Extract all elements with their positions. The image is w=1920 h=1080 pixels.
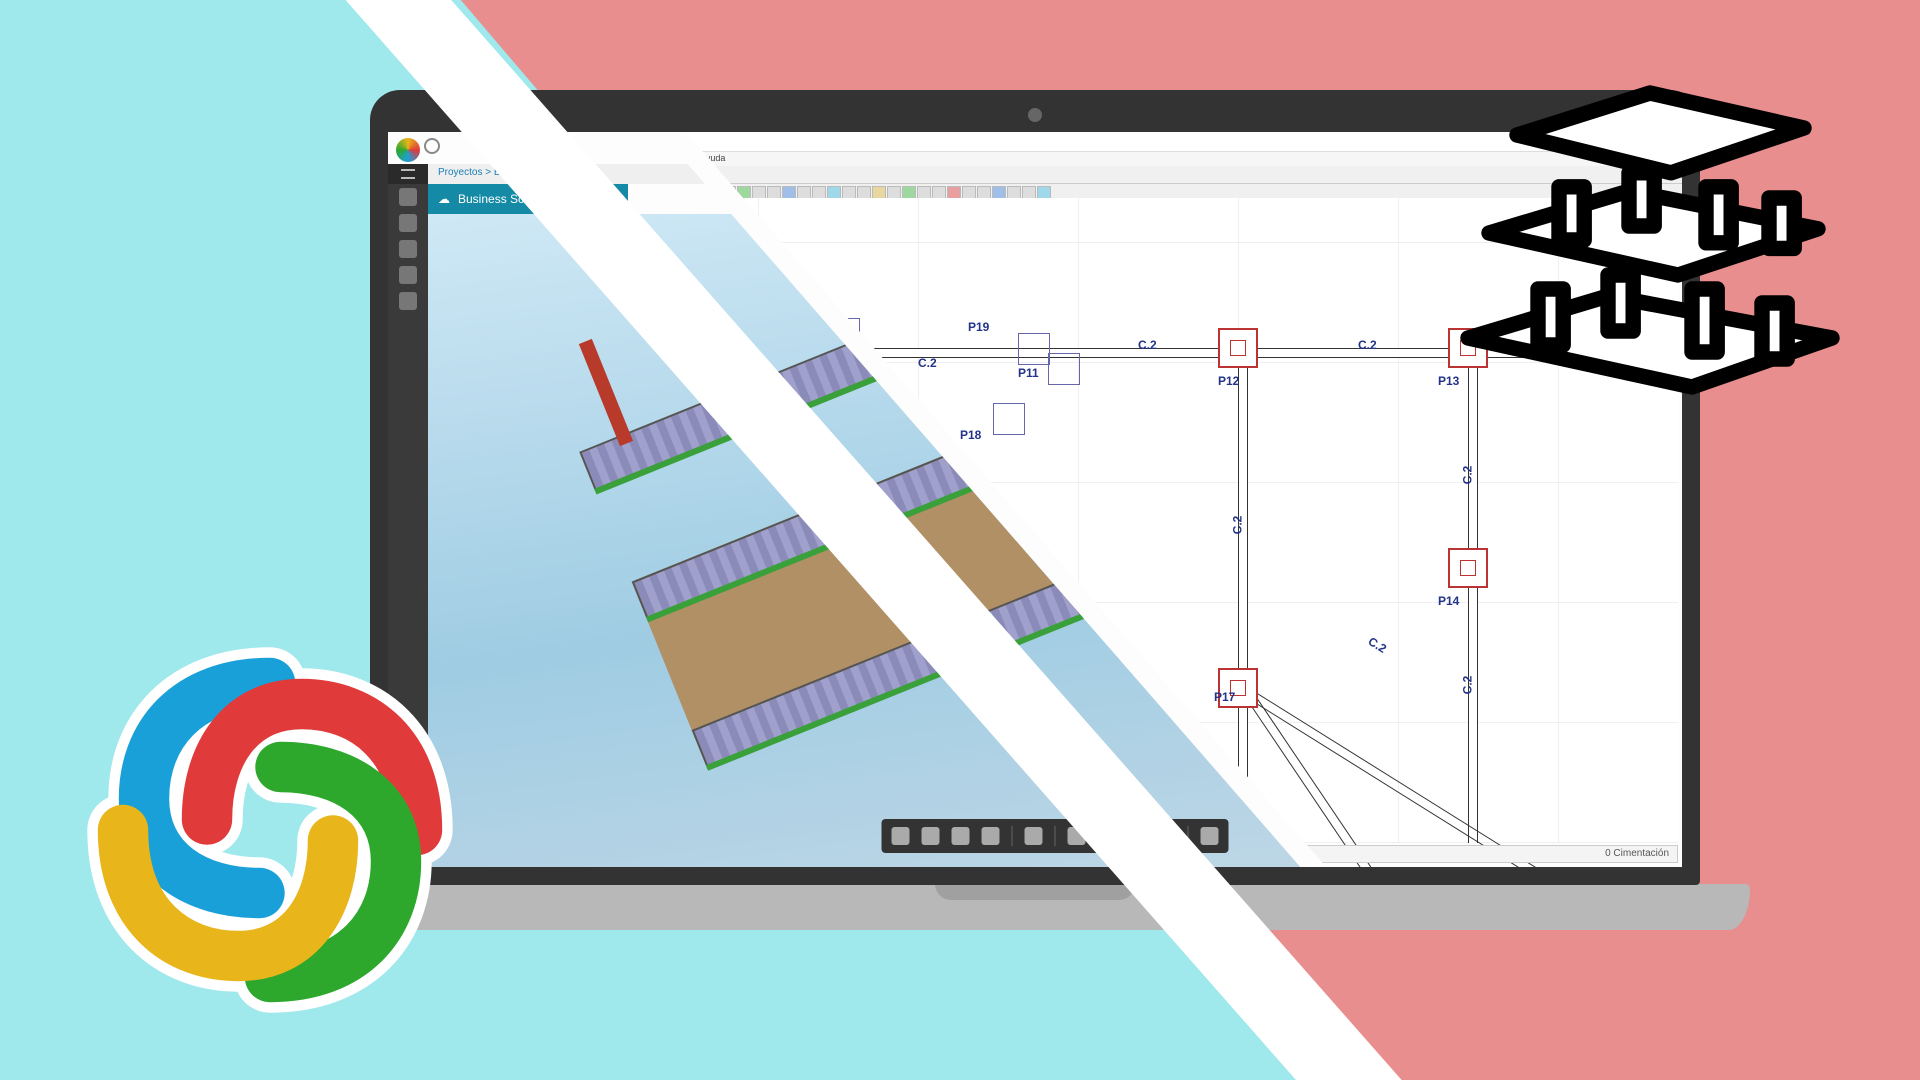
cube-icon[interactable] [1025, 827, 1043, 845]
view-toolbar [882, 819, 1229, 853]
section-icon[interactable] [1128, 827, 1146, 845]
layers-icon[interactable] [399, 266, 417, 284]
column-steel[interactable] [1048, 353, 1080, 385]
project-name: Business School [458, 192, 547, 206]
cloud-icon: ☁ [438, 192, 450, 206]
users-icon[interactable] [399, 240, 417, 258]
menu-toggle[interactable] [388, 164, 428, 184]
structural-slabs-icon [1440, 50, 1860, 430]
settings-icon[interactable] [399, 214, 417, 232]
column-steel[interactable] [1018, 333, 1050, 365]
label-c2: C.2 [918, 356, 937, 370]
edge-icon[interactable] [1158, 827, 1176, 845]
fit-icon[interactable] [952, 827, 970, 845]
axes-icon[interactable] [922, 827, 940, 845]
list-icon[interactable] [399, 292, 417, 310]
chevron-down-icon: ▾ [613, 194, 618, 205]
label-c2: C.2 [1460, 676, 1474, 695]
play-icon[interactable] [1098, 827, 1116, 845]
label-p11: P11 [1018, 366, 1039, 380]
tool-icon[interactable] [722, 186, 736, 200]
label-c2: C.2 [1138, 338, 1157, 352]
home-icon[interactable] [892, 827, 910, 845]
label-c2: C.2 [1230, 516, 1244, 535]
home-icon[interactable] [399, 188, 417, 206]
column-concrete[interactable] [1218, 328, 1258, 368]
label-p12: P12 [1218, 374, 1239, 388]
label-p14: P14 [1438, 594, 1459, 608]
label-p19: P19 [968, 320, 989, 334]
record-icon[interactable] [1201, 827, 1219, 845]
column-steel[interactable] [993, 403, 1025, 435]
bimserver-knot-icon [60, 620, 480, 1040]
laptop-base [320, 884, 1750, 930]
column-concrete[interactable] [1448, 548, 1488, 588]
search-icon[interactable] [424, 138, 440, 154]
app-logo-icon [396, 138, 420, 162]
label-c2: C.2 [1358, 338, 1377, 352]
label-p18: P18 [960, 428, 981, 442]
project-selector[interactable]: ☁ Business School ▾ [428, 184, 628, 214]
label-p17: P17 [1214, 690, 1235, 704]
orbit-icon[interactable] [1068, 827, 1086, 845]
label-c2: C.2 [1460, 466, 1474, 485]
camera-icon [1028, 108, 1042, 122]
box-icon[interactable] [982, 827, 1000, 845]
